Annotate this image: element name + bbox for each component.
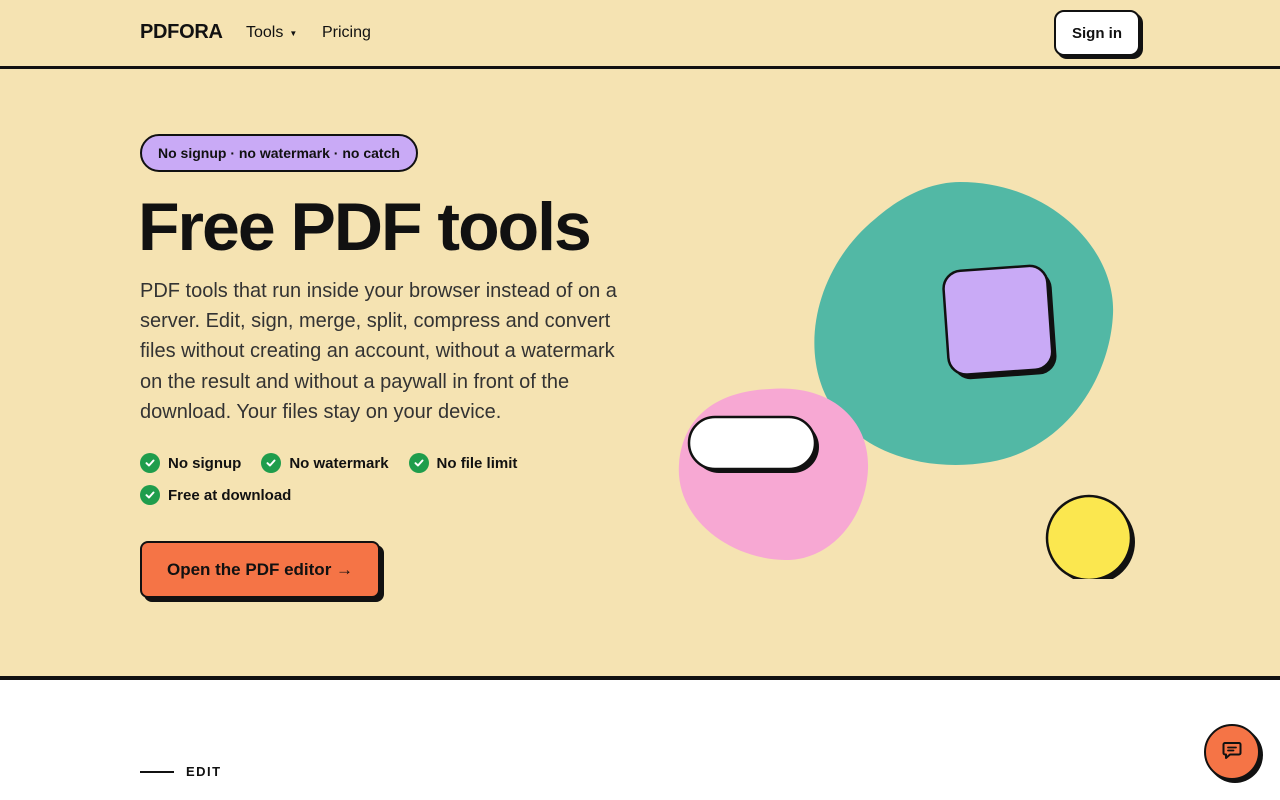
hero-badge: No signup · no watermark · no catch bbox=[140, 134, 418, 172]
feature-label: No watermark bbox=[289, 454, 389, 472]
nav-tools-label: Tools bbox=[246, 24, 284, 41]
sign-in-button[interactable]: Sign in bbox=[1054, 10, 1140, 56]
purple-square-shape bbox=[942, 264, 1057, 380]
check-circle-icon bbox=[261, 453, 282, 473]
section-divider-line bbox=[140, 770, 174, 773]
hero-description: PDF tools that run inside your browser i… bbox=[140, 280, 617, 423]
pink-blob-shape bbox=[678, 388, 869, 561]
feature-item: No file limit bbox=[408, 453, 518, 473]
check-circle-icon bbox=[140, 453, 160, 473]
feature-label: No file limit bbox=[436, 454, 518, 472]
feature-item: Free at download bbox=[140, 485, 291, 505]
nav-pricing-link[interactable]: Pricing bbox=[322, 24, 371, 42]
check-circle-icon bbox=[408, 453, 429, 473]
feature-label: No signup bbox=[168, 454, 242, 472]
check-circle-icon bbox=[140, 485, 160, 505]
feature-list: No signup No watermark No file limit Fre… bbox=[140, 453, 560, 505]
section-label: EDIT bbox=[140, 764, 222, 779]
logo[interactable]: PDFORA bbox=[140, 21, 223, 44]
section-label-text: EDIT bbox=[186, 764, 222, 779]
caret-down-icon: ▼ bbox=[289, 29, 298, 38]
page-title: Free PDF tools bbox=[138, 189, 592, 265]
nav-tools-dropdown[interactable]: Tools ▼ bbox=[246, 24, 297, 42]
site-header: PDFORA Tools ▼ Pricing Sign in bbox=[0, 0, 1280, 69]
chat-bubble-icon bbox=[1221, 739, 1243, 766]
hero-illustration bbox=[678, 182, 1135, 579]
feature-item: No signup bbox=[140, 453, 241, 473]
feature-item: No watermark bbox=[261, 453, 389, 473]
chat-button[interactable] bbox=[1204, 724, 1260, 780]
feature-label: Free at download bbox=[168, 486, 292, 504]
open-pdf-editor-button[interactable]: Open the PDF editor → bbox=[140, 541, 380, 598]
hero-section: No signup · no watermark · no catch Free… bbox=[0, 69, 1280, 680]
